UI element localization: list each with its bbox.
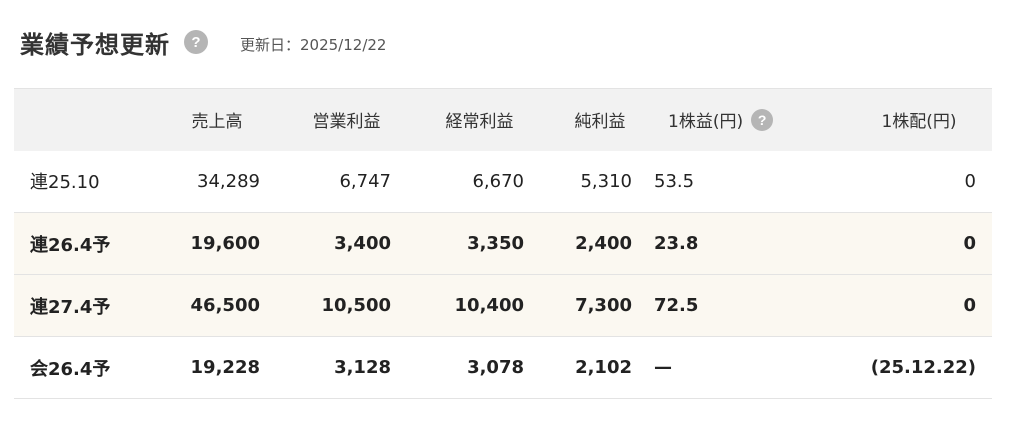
table-row: 連27.4予 46,500 10,500 10,400 7,300 72.5 0 [14, 274, 992, 337]
cell-eps: — [654, 357, 672, 378]
cell-ordinary-profit: 3,078 [467, 357, 524, 378]
row-label: 連25.10 [30, 172, 100, 194]
cell-sales: 19,228 [190, 357, 260, 378]
header-eps-wrap: 1株益(円) ? [668, 107, 774, 133]
earnings-forecast-page: 業績予想更新 ? 更新日：2025/12/22 売上高 営業利益 経常利益 純利… [0, 0, 1024, 430]
cell-net-profit: 2,102 [575, 357, 632, 378]
cell-eps: 72.5 [654, 295, 699, 316]
cell-net-profit: 5,310 [580, 170, 632, 192]
cell-eps: 53.5 [654, 170, 695, 192]
header-net-profit: 純利益 [574, 112, 626, 133]
table-row: 連25.10 34,289 6,747 6,670 5,310 53.5 0 [14, 151, 992, 213]
cell-dividend: 0 [963, 295, 976, 316]
header-eps-label: 1株益(円) [668, 112, 744, 133]
cell-sales: 46,500 [190, 295, 260, 316]
row-label: 連26.4予 [30, 234, 111, 256]
cell-ordinary-profit: 6,670 [472, 170, 524, 192]
forecast-table-container: 売上高 営業利益 経常利益 純利益 1株益(円) ? 1株配(円) 連25.10 [14, 88, 992, 399]
header-label [14, 89, 154, 151]
header-eps: 1株益(円) ? [654, 89, 846, 151]
eps-help-icon[interactable]: ? [751, 108, 774, 131]
help-icon[interactable]: ? [184, 30, 208, 54]
cell-ordinary-profit: 3,350 [467, 233, 524, 254]
cell-operating-profit: 10,500 [321, 295, 391, 316]
cell-sales: 34,289 [197, 170, 260, 192]
cell-operating-profit: 6,747 [339, 170, 391, 192]
cell-net-profit: 2,400 [575, 233, 632, 254]
updated-date: 更新日：2025/12/22 [240, 35, 387, 54]
cell-operating-profit: 3,400 [334, 233, 391, 254]
header-ordinary-profit: 経常利益 [445, 112, 514, 133]
cell-net-profit: 7,300 [575, 295, 632, 316]
cell-dividend: 0 [964, 170, 976, 192]
cell-dividend: (25.12.22) [870, 357, 976, 378]
section-header: 業績予想更新 ? 更新日：2025/12/22 [20, 22, 386, 62]
row-label: 会26.4予 [30, 358, 111, 380]
cell-dividend: 0 [963, 233, 976, 254]
table-row: 会26.4予 19,228 3,128 3,078 2,102 — (25.12… [14, 337, 992, 399]
cell-sales: 19,600 [190, 233, 260, 254]
forecast-table: 売上高 営業利益 経常利益 純利益 1株益(円) ? 1株配(円) 連25.10 [14, 88, 992, 399]
header-operating-profit: 営業利益 [312, 112, 381, 133]
header-dividend: 1株配(円) [881, 112, 957, 133]
table-row: 連26.4予 19,600 3,400 3,350 2,400 23.8 0 [14, 212, 992, 275]
row-label: 連27.4予 [30, 296, 111, 318]
cell-ordinary-profit: 10,400 [454, 295, 524, 316]
section-title: 業績予想更新 [20, 30, 170, 59]
cell-eps: 23.8 [654, 233, 699, 254]
table-header-row: 売上高 営業利益 経常利益 純利益 1株益(円) ? 1株配(円) [14, 88, 992, 151]
cell-operating-profit: 3,128 [334, 357, 391, 378]
header-sales: 売上高 [191, 112, 243, 133]
